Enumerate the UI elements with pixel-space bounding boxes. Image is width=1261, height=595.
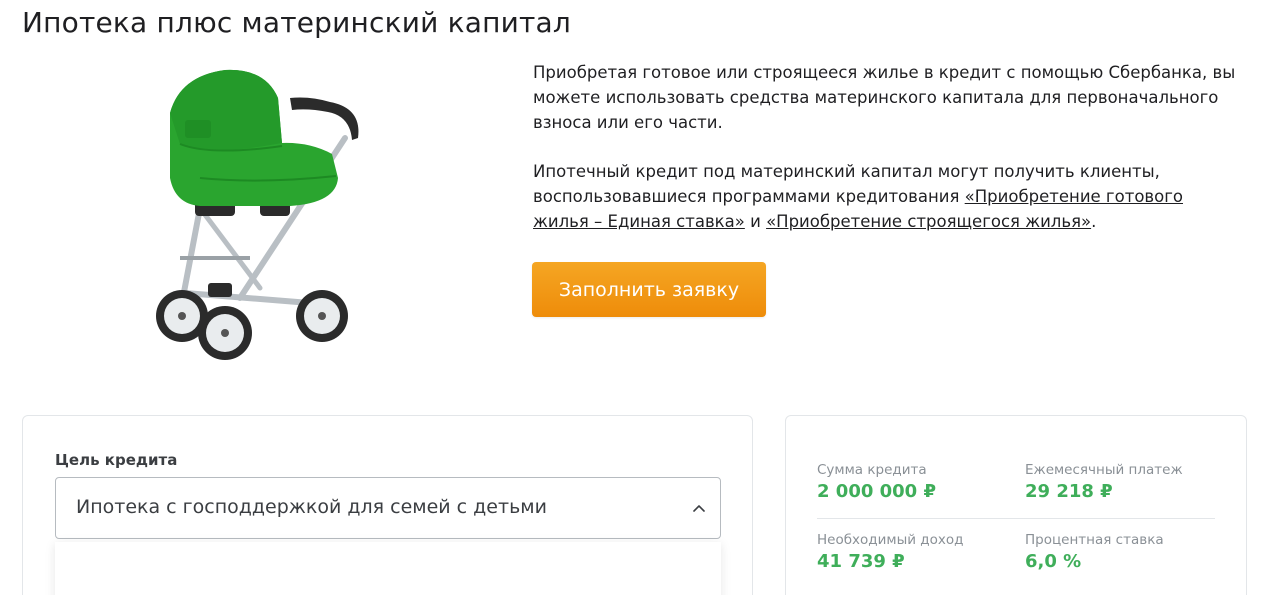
intro-text: Приобретая готовое или строящееся жилье … [533,60,1243,258]
baby-stroller-image [156,69,359,360]
calculator-form-card: Цель кредита Ипотека с господдержкой для… [22,415,753,595]
intro-paragraph-2-end: . [1091,212,1097,231]
loan-purpose-value: Ипотека с господдержкой для семей с деть… [76,496,547,518]
intro-paragraph-2-middle: и [744,212,767,231]
loan-amount-value: 2 000 000 ₽ [817,481,936,502]
page: Ипотека плюс материнский капитал Приобре… [0,0,1261,595]
loan-amount-label: Сумма кредита [817,462,927,478]
calculation-results-card: Сумма кредита 2 000 000 ₽ Ежемесячный пл… [785,415,1247,595]
loan-purpose-dropdown[interactable] [55,542,721,595]
interest-rate: Процентная ставка 6,0 % [1025,532,1164,572]
page-title: Ипотека плюс материнский капитал [22,6,571,39]
interest-rate-value: 6,0 % [1025,551,1082,572]
loan-amount: Сумма кредита 2 000 000 ₽ [817,462,936,502]
intro-paragraph-2: Ипотечный кредит под материнский капитал… [533,159,1243,234]
apply-button[interactable]: Заполнить заявку [532,262,766,317]
monthly-payment-label: Ежемесячный платеж [1025,462,1183,478]
results-divider [817,518,1215,519]
loan-purpose-select[interactable]: Ипотека с господдержкой для семей с деть… [55,477,721,539]
required-income: Необходимый доход 41 739 ₽ [817,532,963,572]
chevron-up-icon[interactable] [690,500,708,518]
required-income-value: 41 739 ₽ [817,551,905,572]
interest-rate-label: Процентная ставка [1025,532,1164,548]
required-income-label: Необходимый доход [817,532,964,548]
loan-purpose-label: Цель кредита [55,451,178,469]
monthly-payment-value: 29 218 ₽ [1025,481,1113,502]
monthly-payment: Ежемесячный платеж 29 218 ₽ [1025,462,1183,502]
intro-paragraph-1: Приобретая готовое или строящееся жилье … [533,63,1236,132]
link-construction-housing[interactable]: «Приобретение строящегося жилья» [766,212,1091,231]
